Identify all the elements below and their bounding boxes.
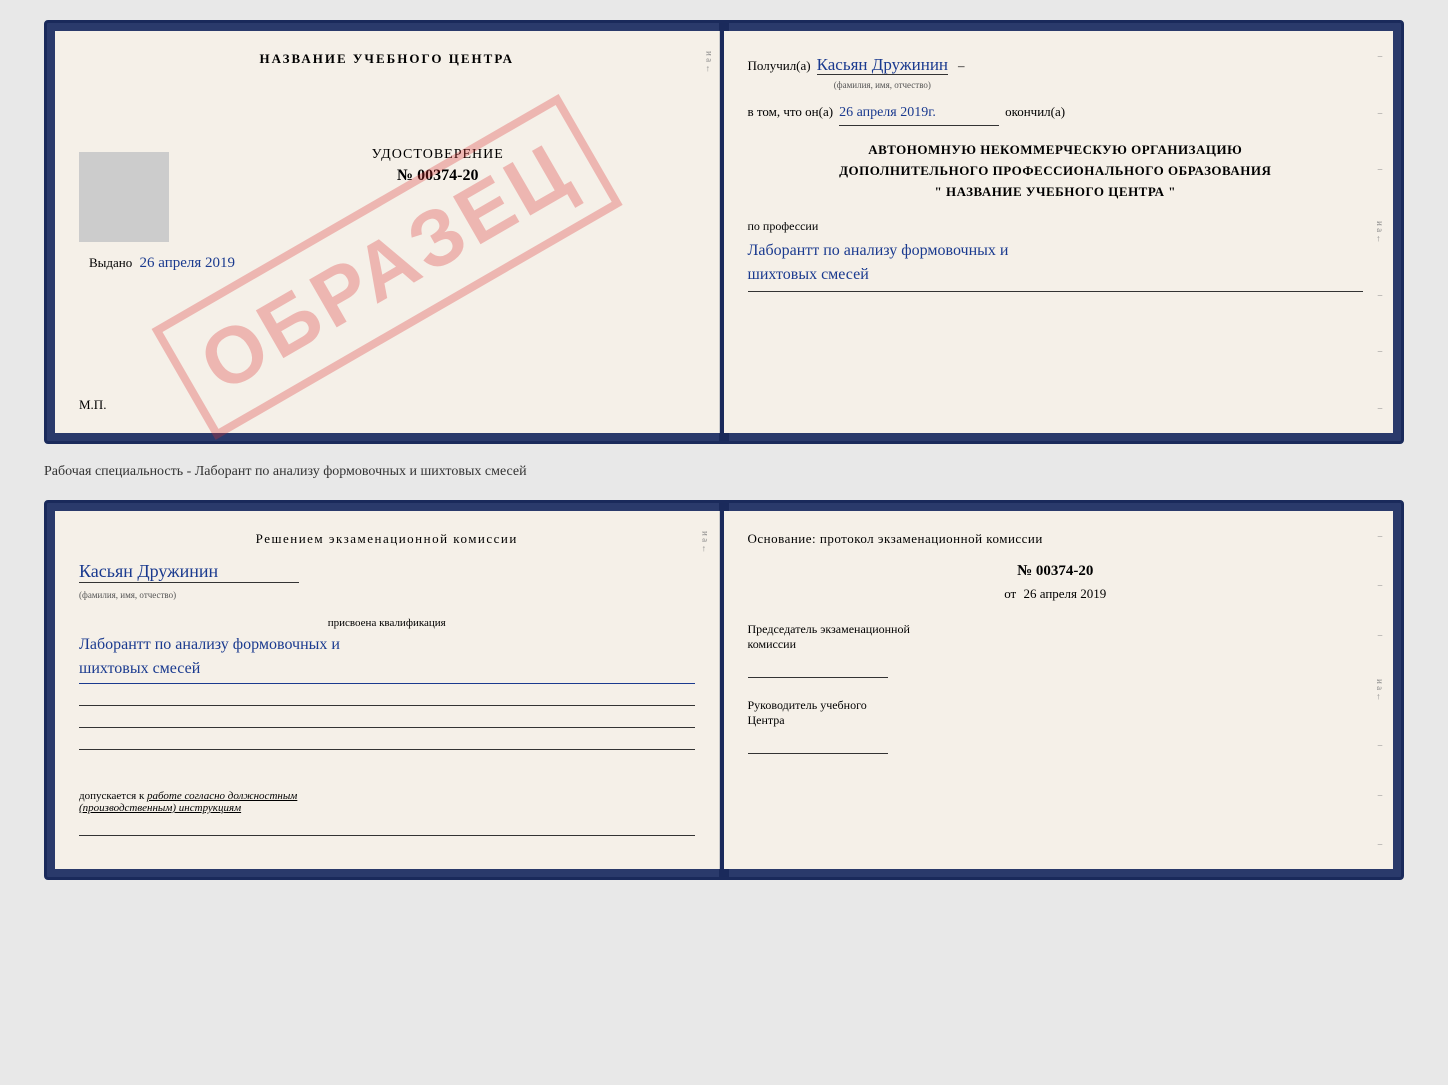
kvali-line1: Лаборантт по анализу формовочных и bbox=[79, 633, 695, 657]
deco-dash2: – bbox=[1378, 108, 1383, 118]
page-wrapper: НАЗВАНИЕ УЧЕБНОГО ЦЕНТРА УДОСТОВЕРЕНИЕ №… bbox=[20, 20, 1428, 880]
deco-dash3: – bbox=[1378, 164, 1383, 174]
deco-dash-r2: – bbox=[1378, 580, 1383, 590]
osnovanie-block: Основание: протокол экзаменационной коми… bbox=[748, 531, 1364, 754]
vtom-date: 26 апреля 2019г. bbox=[839, 101, 999, 126]
avtonom-line3: " НАЗВАНИЕ УЧЕБНОГО ЦЕНТРА " bbox=[748, 182, 1364, 203]
bottom-certificate-book: Решением экзаменационной комиссии Касьян… bbox=[44, 500, 1404, 880]
poluchil-line: Получил(а) Касьян Дружинин (фамилия, имя… bbox=[748, 51, 1364, 93]
line-row-2 bbox=[79, 710, 695, 728]
avtonom-line1: АВТОНОМНУЮ НЕКОММЕРЧЕСКУЮ ОРГАНИЗАЦИЮ bbox=[748, 140, 1364, 161]
dopusk-text2: (производственным) инструкциям bbox=[79, 802, 241, 814]
professiya-line1: Лаборантт по анализу формовочных и bbox=[748, 239, 1364, 263]
vtom-label: в том, что он(а) bbox=[748, 101, 834, 123]
rukovoditel-block: Руководитель учебного Центра bbox=[748, 698, 1364, 754]
protokol-number: № 00374-20 bbox=[748, 563, 1364, 580]
line-row-4 bbox=[79, 818, 695, 836]
protokol-date: от 26 апреля 2019 bbox=[748, 586, 1364, 602]
line-row-1 bbox=[79, 688, 695, 706]
po-professii-label: по профессии bbox=[748, 216, 1364, 236]
osnov-title: Основание: протокол экзаменационной коми… bbox=[748, 531, 1364, 547]
deco-dash-r1: – bbox=[1378, 531, 1383, 541]
mp-label: М.П. bbox=[79, 397, 106, 412]
vydano-line: Выдано 26 апреля 2019 bbox=[89, 255, 695, 272]
rukovoditel-sig-line bbox=[748, 736, 888, 754]
deco-text-left2: и а ← bbox=[701, 531, 711, 553]
dash1: – bbox=[958, 55, 965, 77]
resheniem-title: Решением экзаменационной комиссии bbox=[79, 531, 695, 547]
poluchil-label: Получил(а) bbox=[748, 55, 811, 77]
dopuskaetsya-label: допускается к bbox=[79, 790, 144, 802]
familiya-hint: (фамилия, имя, отчество) bbox=[79, 590, 176, 600]
rukovoditel-label2: Центра bbox=[748, 713, 1364, 728]
top-left-title: НАЗВАНИЕ УЧЕБНОГО ЦЕНТРА bbox=[79, 51, 695, 67]
deco-text-right: и а ← bbox=[1375, 221, 1385, 243]
dopuskaetsya-block: допускается к работе согласно должностны… bbox=[79, 790, 695, 814]
deco-dash-r4: – bbox=[1378, 740, 1383, 750]
photo-placeholder bbox=[79, 152, 169, 242]
professii-block: по профессии Лаборантт по анализу формов… bbox=[748, 216, 1364, 291]
avtonom-block: АВТОНОМНУЮ НЕКОММЕРЧЕСКУЮ ОРГАНИЗАЦИЮ ДО… bbox=[748, 140, 1364, 202]
mp-line: М.П. bbox=[79, 397, 695, 413]
vydano-label: Выдано bbox=[89, 255, 132, 270]
name-hint: (фамилия, имя, отчество) bbox=[817, 78, 948, 93]
kvali-line2: шихтовых смесей bbox=[79, 657, 695, 684]
bottom-name: Касьян Дружинин bbox=[79, 561, 299, 583]
predsedatel-sig-line bbox=[748, 660, 888, 678]
avtonom-line2: ДОПОЛНИТЕЛЬНОГО ПРОФЕССИОНАЛЬНОГО ОБРАЗО… bbox=[748, 161, 1364, 182]
udost-title: УДОСТОВЕРЕНИЕ bbox=[89, 147, 695, 163]
deco-dash-r3: – bbox=[1378, 630, 1383, 640]
deco-dash6: – bbox=[1378, 403, 1383, 413]
top-left-page: НАЗВАНИЕ УЧЕБНОГО ЦЕНТРА УДОСТОВЕРЕНИЕ №… bbox=[55, 31, 720, 433]
separator-text: Рабочая специальность - Лаборант по анал… bbox=[44, 462, 1404, 482]
udost-block: УДОСТОВЕРЕНИЕ № 00374-20 bbox=[89, 147, 695, 185]
deco-text-right2: и а ← bbox=[1375, 679, 1385, 701]
deco-dash1: – bbox=[1378, 51, 1383, 61]
predsedatel-label2: комиссии bbox=[748, 637, 1364, 652]
rukovoditel-label: Руководитель учебного bbox=[748, 698, 1364, 713]
vydano-date: 26 апреля 2019 bbox=[140, 255, 236, 271]
deco-dash4: – bbox=[1378, 290, 1383, 300]
predsedatel-label: Председатель экзаменационной bbox=[748, 622, 1364, 637]
poluchil-name: Касьян Дружинин bbox=[817, 55, 948, 75]
bottom-left-page: Решением экзаменационной комиссии Касьян… bbox=[55, 511, 720, 869]
right-content: Получил(а) Касьян Дружинин (фамилия, имя… bbox=[748, 51, 1364, 292]
deco-dash5: – bbox=[1378, 346, 1383, 356]
deco-dash-r6: – bbox=[1378, 839, 1383, 849]
prisvoena-label: присвоена квалификация bbox=[79, 617, 695, 629]
dopusk-text: работе согласно должностным bbox=[147, 790, 297, 802]
predsedatel-block: Председатель экзаменационной комиссии bbox=[748, 622, 1364, 678]
udost-number: № 00374-20 bbox=[89, 167, 695, 185]
top-right-page: Получил(а) Касьян Дружинин (фамилия, имя… bbox=[724, 31, 1394, 433]
deco-text-left: и а ← bbox=[705, 51, 715, 73]
top-certificate-book: НАЗВАНИЕ УЧЕБНОГО ЦЕНТРА УДОСТОВЕРЕНИЕ №… bbox=[44, 20, 1404, 444]
deco-dash-r5: – bbox=[1378, 790, 1383, 800]
line-row-3 bbox=[79, 732, 695, 750]
vtom-line: в том, что он(а) 26 апреля 2019г. окончи… bbox=[748, 101, 1364, 126]
okonchil-label: окончил(а) bbox=[1005, 101, 1065, 123]
ot-date: 26 апреля 2019 bbox=[1023, 586, 1106, 601]
bottom-right-page: Основание: протокол экзаменационной коми… bbox=[724, 511, 1394, 869]
ot-label: от bbox=[1004, 586, 1016, 601]
professiya-line2: шихтовых смесей bbox=[748, 263, 1364, 292]
